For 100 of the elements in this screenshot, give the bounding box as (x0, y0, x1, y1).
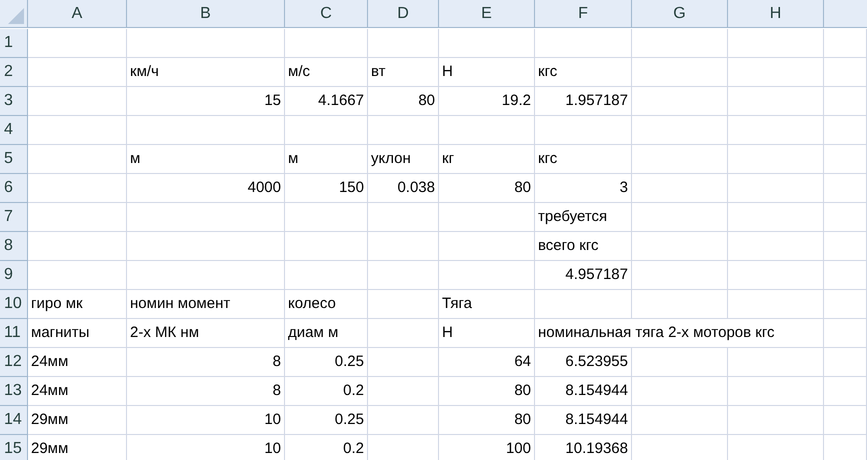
row-header[interactable]: 14 (0, 406, 28, 435)
table-cell: 4.957187 (535, 261, 632, 290)
column-header[interactable]: D (368, 0, 439, 28)
select-all-button[interactable] (0, 0, 28, 28)
table-cell: Н (439, 319, 535, 348)
table-cell: 0.25 (285, 348, 368, 377)
table-cell (824, 116, 867, 145)
table-cell (368, 261, 439, 290)
row-header[interactable]: 6 (0, 174, 28, 203)
table-cell: требуется (535, 203, 632, 232)
table-cell: Тяга (439, 290, 535, 319)
table-cell: м (127, 145, 285, 174)
table-cell: номинальная тяга 2-х моторов кгс (535, 319, 824, 348)
column-header[interactable]: G (632, 0, 728, 28)
table-cell (824, 406, 867, 435)
table-cell: вт (368, 58, 439, 87)
row-header[interactable]: 12 (0, 348, 28, 377)
table-cell: 4000 (127, 174, 285, 203)
row-header[interactable]: 13 (0, 377, 28, 406)
table-cell: 8 (127, 377, 285, 406)
table-cell: 64 (439, 348, 535, 377)
column-header[interactable]: B (127, 0, 285, 28)
table-cell: Н (439, 58, 535, 87)
table-cell: 80 (439, 406, 535, 435)
table-cell: 24мм (28, 377, 127, 406)
table-cell: диам м (285, 319, 368, 348)
table-cell (824, 174, 867, 203)
table-cell: 15 (127, 87, 285, 116)
table-cell (368, 116, 439, 145)
table-cell (824, 87, 867, 116)
table-cell (368, 203, 439, 232)
triangle-icon (8, 8, 24, 24)
column-header[interactable]: A (28, 0, 127, 28)
row-header[interactable]: 4 (0, 116, 28, 145)
table-cell: 80 (439, 174, 535, 203)
table-cell: 2-х МК нм (127, 319, 285, 348)
table-cell: кгс (535, 145, 632, 174)
column-header[interactable]: C (285, 0, 368, 28)
column-header[interactable]: F (535, 0, 632, 28)
column-header[interactable]: H (728, 0, 824, 28)
row-header[interactable]: 7 (0, 203, 28, 232)
table-cell (368, 406, 439, 435)
table-cell: км/ч (127, 58, 285, 87)
table-cell: 1.957187 (535, 87, 632, 116)
row-header[interactable]: 1 (0, 29, 28, 58)
table-cell: всего кгс (535, 232, 632, 261)
table-cell: магниты (28, 319, 127, 348)
table-cell (368, 232, 439, 261)
row-header[interactable]: 5 (0, 145, 28, 174)
table-cell (824, 348, 867, 377)
table-cell: кг (439, 145, 535, 174)
row-header[interactable]: 3 (0, 87, 28, 116)
table-cell: 0.25 (285, 406, 368, 435)
table-cell: 4.1667 (285, 87, 368, 116)
table-cell (368, 319, 439, 348)
table-cell (824, 232, 867, 261)
row-header[interactable]: 8 (0, 232, 28, 261)
table-cell: уклон (368, 145, 439, 174)
table-cell: гиро мк (28, 290, 127, 319)
table-cell: 10 (127, 406, 285, 435)
row-header[interactable]: 9 (0, 261, 28, 290)
table-cell: м/с (285, 58, 368, 87)
table-cell (368, 290, 439, 319)
table-cell: 8 (127, 348, 285, 377)
table-cell: колесо (285, 290, 368, 319)
table-cell (824, 29, 867, 58)
table-cell: 3 (535, 174, 632, 203)
table-cell: 8.154944 (535, 406, 632, 435)
column-header[interactable] (824, 0, 867, 28)
row-header[interactable]: 15 (0, 435, 28, 460)
table-cell: 8.154944 (535, 377, 632, 406)
table-cell (368, 29, 439, 58)
table-cell: 10 (127, 435, 285, 460)
table-cell (368, 348, 439, 377)
table-cell (824, 261, 867, 290)
table-cell (824, 203, 867, 232)
row-header[interactable]: 10 (0, 290, 28, 319)
table-cell: 80 (368, 87, 439, 116)
row-header[interactable]: 11 (0, 319, 28, 348)
column-header[interactable]: E (439, 0, 535, 28)
table-cell: номин момент (127, 290, 285, 319)
table-cell: 24мм (28, 348, 127, 377)
table-cell (368, 377, 439, 406)
table-cell: 0.038 (368, 174, 439, 203)
table-cell: 29мм (28, 406, 127, 435)
table-cell (824, 290, 867, 319)
table-cell: 6.523955 (535, 348, 632, 377)
table-cell: 0.2 (285, 377, 368, 406)
table-cell (824, 145, 867, 174)
table-cell: 29мм (28, 435, 127, 460)
table-cell (824, 319, 867, 348)
table-cell: 10.19368 (535, 435, 632, 460)
table-cell: 19.2 (439, 87, 535, 116)
table-cell: 150 (285, 174, 368, 203)
table-cell: м (285, 145, 368, 174)
table-cell (824, 377, 867, 406)
table-cell: 100 (439, 435, 535, 460)
row-header[interactable]: 2 (0, 58, 28, 87)
table-cell: кгс (535, 58, 632, 87)
table-cell (824, 58, 867, 87)
